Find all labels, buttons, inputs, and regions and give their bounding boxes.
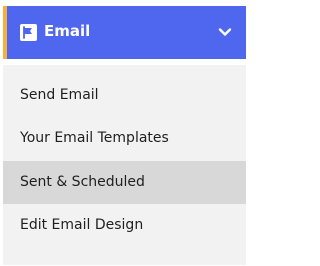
menu-item-edit-email-design[interactable]: Edit Email Design bbox=[3, 204, 246, 247]
email-submenu: Send Email Your Email Templates Sent & S… bbox=[3, 65, 246, 265]
email-menu-panel: Email Send Email Your Email Templates Se… bbox=[0, 0, 249, 266]
menu-item-sent-scheduled[interactable]: Sent & Scheduled bbox=[3, 161, 246, 204]
email-section-title: Email bbox=[44, 22, 91, 40]
menu-item-send-email[interactable]: Send Email bbox=[3, 74, 246, 117]
email-section-header[interactable]: Email bbox=[3, 6, 246, 59]
chevron-down-icon[interactable] bbox=[218, 25, 232, 39]
email-flag-icon bbox=[20, 24, 37, 41]
menu-item-email-templates[interactable]: Your Email Templates bbox=[3, 117, 246, 160]
